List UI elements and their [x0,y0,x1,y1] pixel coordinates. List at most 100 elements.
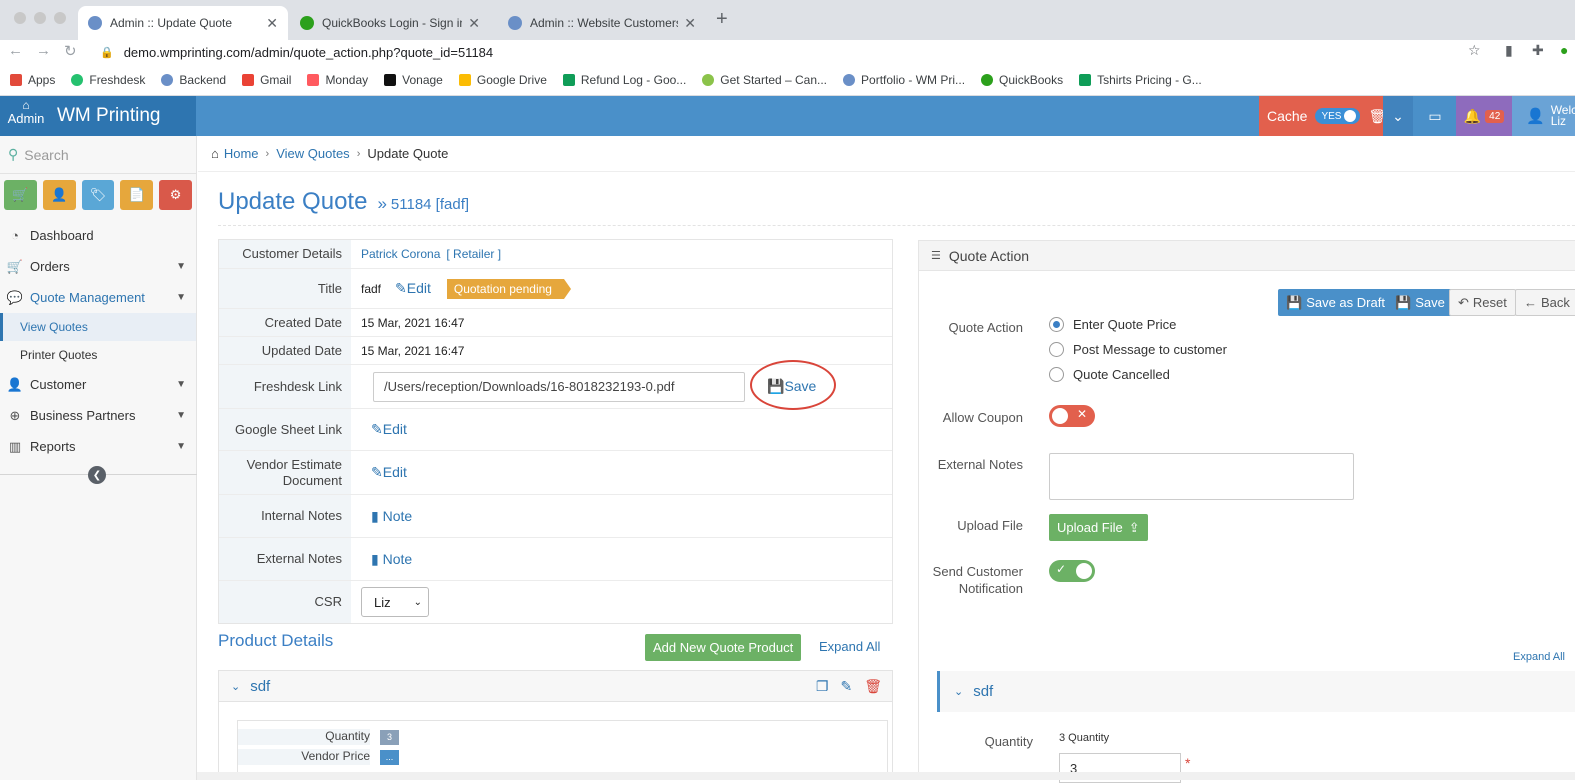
close-tab-icon[interactable]: ✕ [266,15,278,32]
monitor-icon[interactable]: ▭ [1414,96,1456,136]
back-button[interactable]: ← Back [1515,289,1575,316]
bookmark-star-icon[interactable]: ☆ [1468,42,1481,59]
admin-home-link[interactable]: ⌂ Admin [6,98,46,126]
document-icon[interactable]: 📄 [120,180,154,210]
forward-icon[interactable]: → [36,42,51,59]
sidebar-item-view-quotes[interactable]: View Quotes [0,313,196,341]
tab-quickbooks[interactable]: QuickBooks Login - Sign in to ( ✕ [290,6,490,40]
radio-post-message[interactable]: Post Message to customer [1049,342,1227,357]
sidebar-item-quote-management[interactable]: 💬 Quote Management ▼ [0,282,196,313]
crosshair-icon: ⊕ [9,407,21,423]
tag-icon[interactable]: 🏷 [81,180,115,210]
notifications-button[interactable]: 🔔 42 [1456,96,1512,136]
cache-control: Cache YES 🗑 [1259,96,1386,136]
puzzle-icon[interactable]: ✚ [1532,42,1544,59]
url-field[interactable]: 🔒 demo.wmprinting.com/admin/quote_action… [100,40,1475,64]
copy-icon[interactable]: ❐ [816,678,829,695]
chevron-down-icon[interactable]: ⌄ [1383,96,1413,136]
breadcrumb-home[interactable]: Home [224,146,259,161]
add-quote-product-button[interactable]: Add New Quote Product [645,634,802,661]
bookmark-apps[interactable]: Apps [10,73,55,87]
sidebar-item-printer-quotes[interactable]: Printer Quotes [0,341,196,369]
freshdesk-link-input[interactable]: /Users/reception/Downloads/16-8018232193… [373,371,745,402]
expand-all-link[interactable]: Expand All [819,639,880,654]
reload-icon[interactable]: ↻ [64,42,77,60]
app-header: ⌂ Admin WM Printing Cache YES 🗑 ⌄ ▭ 🔔 42… [0,96,1575,136]
sidebar-item-business-partners[interactable]: ⊕ Business Partners ▼ [0,400,196,431]
edit-title-button[interactable]: ✎Edit [395,280,431,297]
sidebar-item-dashboard[interactable]: ◔ Dashboard [0,220,196,251]
bookmark-tshirts-pricing[interactable]: Tshirts Pricing - G... [1079,73,1202,87]
save-as-draft-button[interactable]: 💾 Save as Draft [1278,289,1393,316]
collapse-sidebar-icon[interactable]: ❮ [88,466,106,484]
close-tab-icon[interactable]: ✕ [684,15,696,32]
user-menu[interactable]: 👤 WelcoLiz [1512,96,1575,136]
tab-update-quote[interactable]: Admin :: Update Quote ✕ [78,6,288,40]
cache-toggle[interactable]: YES [1315,108,1361,124]
external-notes-textarea[interactable] [1049,453,1354,500]
detail-row-csr: CSR Liz ⌄ [219,581,892,623]
external-note-button[interactable]: ▮ Note [371,551,412,568]
product-price-panel-header[interactable]: ⌄ sdf [937,671,1575,712]
bookmark-portfolio[interactable]: Portfolio - WM Pri... [843,73,965,87]
close-tab-icon[interactable]: ✕ [468,15,480,32]
bookmark-vonage[interactable]: Vonage [384,73,443,87]
bookmark-backend[interactable]: Backend [161,73,226,87]
save-icon: 💾 [1286,294,1303,310]
upload-file-button[interactable]: Upload File ⇪ [1049,514,1148,541]
customer-name-link[interactable]: Patrick Corona [361,247,440,261]
sidebar-item-orders[interactable]: 🛒 Orders ▼ [0,251,196,282]
close-icon: ✕ [1077,407,1088,421]
send-notification-toggle[interactable]: ✓ [1049,560,1095,582]
bookmark-freshdesk[interactable]: Freshdesk [71,73,145,87]
highlight-circle [750,360,836,410]
chevron-down-icon: ⌄ [231,680,241,693]
sidebar-item-reports[interactable]: ▥ Reports ▼ [0,431,196,462]
radio-enter-quote-price[interactable]: Enter Quote Price [1049,317,1176,332]
back-icon[interactable]: ← [8,42,23,59]
customer-type-link[interactable]: [ Retailer ] [446,247,501,261]
bookmark-gmail[interactable]: Gmail [242,73,291,87]
vendor-price-value: ... [380,750,399,765]
save-icon: 💾 [1395,294,1412,310]
expand-all-link[interactable]: Expand All [1513,651,1565,663]
new-tab-icon[interactable]: + [716,8,728,31]
save-button[interactable]: 💾 Save [1387,289,1453,316]
tab-website-customers[interactable]: Admin :: Website Customers ✕ [498,6,706,40]
extension-icon[interactable]: ▮ [1505,42,1513,59]
edit-vendor-estimate-button[interactable]: ✎Edit [371,464,407,481]
delete-icon[interactable]: 🗑 [864,678,882,695]
product-panel-header[interactable]: ⌄ sdf ❐ ✎ 🗑 [219,671,892,702]
window-controls[interactable] [14,12,66,24]
detail-row-freshdesk: Freshdesk Link /Users/reception/Download… [219,360,892,410]
lock-icon: 🔒 [100,46,114,59]
allow-coupon-toggle[interactable]: ✕ [1049,405,1095,427]
settings-icon[interactable]: ⚙ [159,180,192,210]
user-icon[interactable]: 👤 [42,180,76,210]
cart-icon[interactable]: 🛒 [4,180,37,210]
bookmark-refund-log[interactable]: Refund Log - Goo... [562,73,686,87]
breadcrumb-view-quotes[interactable]: View Quotes [276,146,349,161]
radio-quote-cancelled[interactable]: Quote Cancelled [1049,367,1170,382]
bookmark-monday[interactable]: Monday [307,73,368,87]
upload-icon: ⇪ [1128,519,1140,535]
radio-selected-icon [1049,317,1064,332]
csr-select[interactable]: Liz ⌄ [361,587,429,617]
reset-button[interactable]: ↶ Reset [1449,289,1516,316]
list-icon: ☰ [931,250,941,262]
internal-note-button[interactable]: ▮ Note [371,508,412,525]
chat-icon: 💬 [6,289,24,305]
edit-google-sheet-button[interactable]: ✎Edit [371,421,407,438]
save-freshdesk-button[interactable]: 💾Save [750,360,836,410]
bookmark-get-started[interactable]: Get Started – Can... [702,73,827,87]
edit-icon[interactable]: ✎ [840,678,852,695]
quote-action-header: ☰ Quote Action [919,241,1575,271]
sidebar-search[interactable]: ⚲ Search [0,136,196,174]
horizontal-scrollbar[interactable] [197,772,1575,780]
sidebar-item-customer[interactable]: 👤 Customer ▼ [0,369,196,400]
chevron-down-icon: ▼ [176,379,186,390]
quote-reference: 51184 [fadf] [390,196,470,213]
bookmark-quickbooks[interactable]: QuickBooks [981,73,1063,87]
profile-icon[interactable]: ● [1560,42,1568,58]
bookmark-google-drive[interactable]: Google Drive [458,73,547,87]
